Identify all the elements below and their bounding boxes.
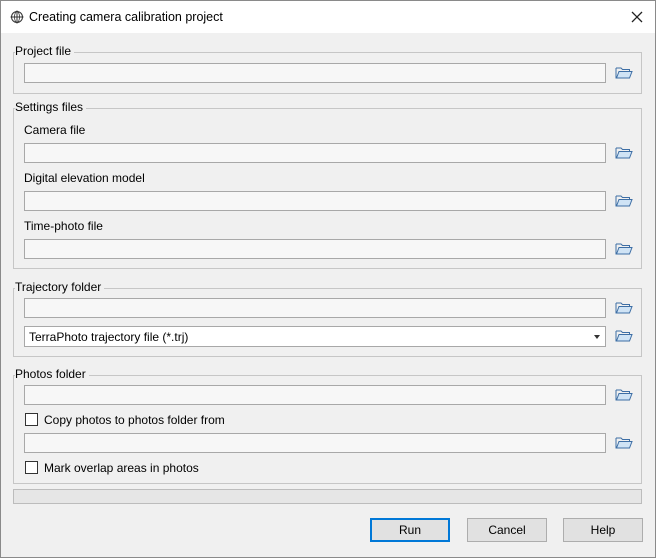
copy-photos-checkbox[interactable]	[25, 413, 38, 426]
project-file-input[interactable]	[24, 63, 606, 83]
camera-file-label: Camera file	[24, 123, 86, 137]
copy-from-browse-button[interactable]	[615, 436, 633, 450]
camera-file-input[interactable]	[24, 143, 606, 163]
time-photo-browse-button[interactable]	[615, 242, 633, 256]
folder-open-icon	[615, 195, 633, 207]
help-button[interactable]: Help	[563, 518, 643, 542]
cancel-button[interactable]: Cancel	[467, 518, 547, 542]
folder-open-icon	[615, 67, 633, 79]
trajectory-folder-input[interactable]	[24, 298, 606, 318]
folder-open-icon	[615, 302, 633, 314]
copy-from-input[interactable]	[24, 433, 606, 453]
photos-folder-input[interactable]	[24, 385, 606, 405]
title-bar: Creating camera calibration project	[1, 1, 655, 33]
close-button[interactable]	[625, 5, 649, 29]
mark-overlap-checkbox[interactable]	[25, 461, 38, 474]
trajectory-format-selected: TerraPhoto trajectory file (*.trj)	[29, 330, 189, 344]
trajectory-folder-browse-button[interactable]	[615, 301, 633, 315]
photos-folder-group-title: Photos folder	[15, 367, 89, 382]
dialog-window: Creating camera calibration project Proj…	[0, 0, 656, 558]
time-photo-label: Time-photo file	[24, 219, 103, 233]
camera-file-browse-button[interactable]	[615, 146, 633, 160]
settings-files-group-title: Settings files	[15, 100, 87, 115]
folder-open-icon	[615, 330, 633, 342]
folder-open-icon	[615, 437, 633, 449]
trajectory-format-dropdown[interactable]: TerraPhoto trajectory file (*.trj)	[24, 326, 606, 347]
close-icon	[631, 11, 643, 23]
window-title: Creating camera calibration project	[29, 10, 223, 24]
dem-label: Digital elevation model	[24, 171, 145, 185]
trajectory-format-browse-button[interactable]	[615, 329, 633, 343]
run-button[interactable]: Run	[370, 518, 450, 542]
progress-bar	[13, 489, 642, 504]
trajectory-folder-group: Trajectory folder TerraPhoto trajectory …	[13, 280, 642, 357]
folder-open-icon	[615, 147, 633, 159]
chevron-down-icon	[594, 335, 600, 339]
crosshair-globe-icon	[10, 10, 24, 24]
mark-overlap-label: Mark overlap areas in photos	[44, 461, 199, 475]
time-photo-input[interactable]	[24, 239, 606, 259]
trajectory-folder-group-title: Trajectory folder	[15, 280, 105, 295]
project-file-group-title: Project file	[15, 44, 75, 59]
photos-folder-browse-button[interactable]	[615, 388, 633, 402]
settings-files-group: Settings files Camera file Digital eleva…	[13, 100, 642, 269]
dem-browse-button[interactable]	[615, 194, 633, 208]
folder-open-icon	[615, 243, 633, 255]
photos-folder-group: Photos folder Copy photos to photos fold…	[13, 367, 642, 484]
dem-input[interactable]	[24, 191, 606, 211]
project-file-browse-button[interactable]	[615, 66, 633, 80]
folder-open-icon	[615, 389, 633, 401]
project-file-group: Project file	[13, 44, 642, 94]
copy-photos-label: Copy photos to photos folder from	[44, 413, 225, 427]
